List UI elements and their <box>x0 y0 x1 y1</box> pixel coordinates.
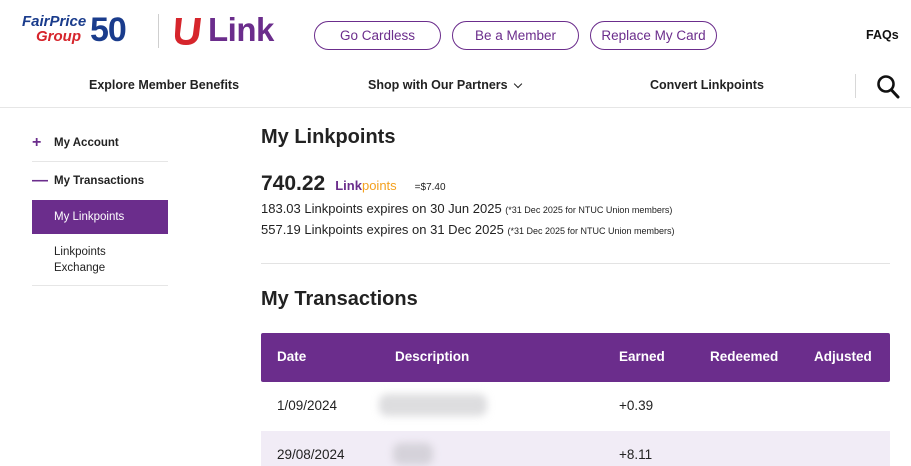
nav-shop-with-partners[interactable]: Shop with Our Partners <box>368 78 522 92</box>
page-title: My Linkpoints <box>261 126 396 148</box>
points-dollar-equivalent: =$7.40 <box>414 182 446 193</box>
expiry-text: 183.03 Linkpoints expires on 30 Jun 2025 <box>261 201 506 216</box>
expiry-note: (*31 Dec 2025 for NTUC Union members) <box>507 226 675 236</box>
sidebar-item-my-transactions[interactable]: — My Transactions <box>32 162 168 200</box>
column-header-date: Date <box>277 349 307 364</box>
points-balance: 740.22 <box>261 172 326 195</box>
fairprice-wordmark: FairPrice Group <box>22 14 86 44</box>
linkpoints-logo-points: points <box>361 178 397 193</box>
logo-divider <box>158 14 159 48</box>
go-cardless-button[interactable]: Go Cardless <box>314 21 441 50</box>
expiry-note: (*31 Dec 2025 for NTUC Union members) <box>505 205 673 215</box>
cell-date: 1/09/2024 <box>277 398 338 413</box>
sidebar-item-my-account[interactable]: + My Account <box>32 124 168 162</box>
transactions-title: My Transactions <box>261 288 418 310</box>
be-a-member-button[interactable]: Be a Member <box>452 21 579 50</box>
sidebar-item-linkpoints-exchange[interactable]: Linkpoints Exchange <box>32 234 168 286</box>
expiry-text: 557.19 Linkpoints expires on 31 Dec 2025 <box>261 222 508 237</box>
fairprice-line2: Group <box>36 28 81 45</box>
expiry-line: 557.19 Linkpoints expires on 31 Dec 2025… <box>261 222 675 237</box>
fairprice-50-mark: 50 <box>90 11 127 49</box>
cell-earned: +0.39 <box>619 398 654 413</box>
account-sidebar: + My Account — My Transactions My Linkpo… <box>32 124 168 286</box>
column-header-description: Description <box>395 349 470 364</box>
redacted-description <box>379 394 487 416</box>
sidebar-item-label: My Account <box>54 136 119 149</box>
points-balance-row: 740.22 Linkpoints =$7.40 <box>261 172 446 196</box>
table-header: Date Description Earned Redeemed Adjuste… <box>261 333 890 382</box>
expiry-line: 183.03 Linkpoints expires on 30 Jun 2025… <box>261 201 672 216</box>
cell-earned: +8.11 <box>619 447 653 462</box>
link-logo[interactable]: Link <box>172 10 274 50</box>
sidebar-item-label: My Transactions <box>54 175 145 187</box>
top-header: FairPrice Group 50 Link Go Cardless Be a… <box>0 0 911 68</box>
linkpoints-logo: Linkpoints <box>335 178 396 193</box>
nav-convert-linkpoints[interactable]: Convert Linkpoints <box>650 78 764 92</box>
link-u-icon <box>174 18 201 45</box>
search-icon[interactable] <box>876 74 900 100</box>
plus-icon: + <box>32 133 42 151</box>
sidebar-item-label: Exchange <box>54 262 106 274</box>
table-row[interactable]: 1/09/2024 +0.39 <box>261 382 890 431</box>
main-nav: Explore Member Benefits Shop with Our Pa… <box>0 68 911 108</box>
link-wordmark: Link <box>208 11 274 48</box>
minus-icon: — <box>32 172 48 189</box>
faqs-link[interactable]: FAQs <box>866 28 899 42</box>
column-header-redeemed: Redeemed <box>710 349 779 364</box>
replace-my-card-button[interactable]: Replace My Card <box>590 21 717 50</box>
column-header-earned: Earned <box>619 349 665 364</box>
nav-shop-label: Shop with Our Partners <box>368 78 508 92</box>
nav-explore-member-benefits[interactable]: Explore Member Benefits <box>89 78 239 92</box>
transactions-table: Date Description Earned Redeemed Adjuste… <box>261 333 890 466</box>
sidebar-item-my-linkpoints[interactable]: My Linkpoints <box>32 200 168 234</box>
sidebar-item-label: Linkpoints <box>54 246 106 258</box>
column-header-adjusted: Adjusted <box>814 349 872 364</box>
cell-date: 29/08/2024 <box>277 447 345 462</box>
linkpoints-logo-link: Link <box>335 178 362 193</box>
nav-separator <box>855 74 856 98</box>
section-divider <box>261 263 890 264</box>
fairprice-group-logo[interactable]: FairPrice Group 50 <box>22 12 148 52</box>
table-row[interactable]: 29/08/2024 +8.11 <box>261 431 890 466</box>
chevron-down-icon <box>513 79 522 89</box>
redacted-description <box>393 443 433 465</box>
